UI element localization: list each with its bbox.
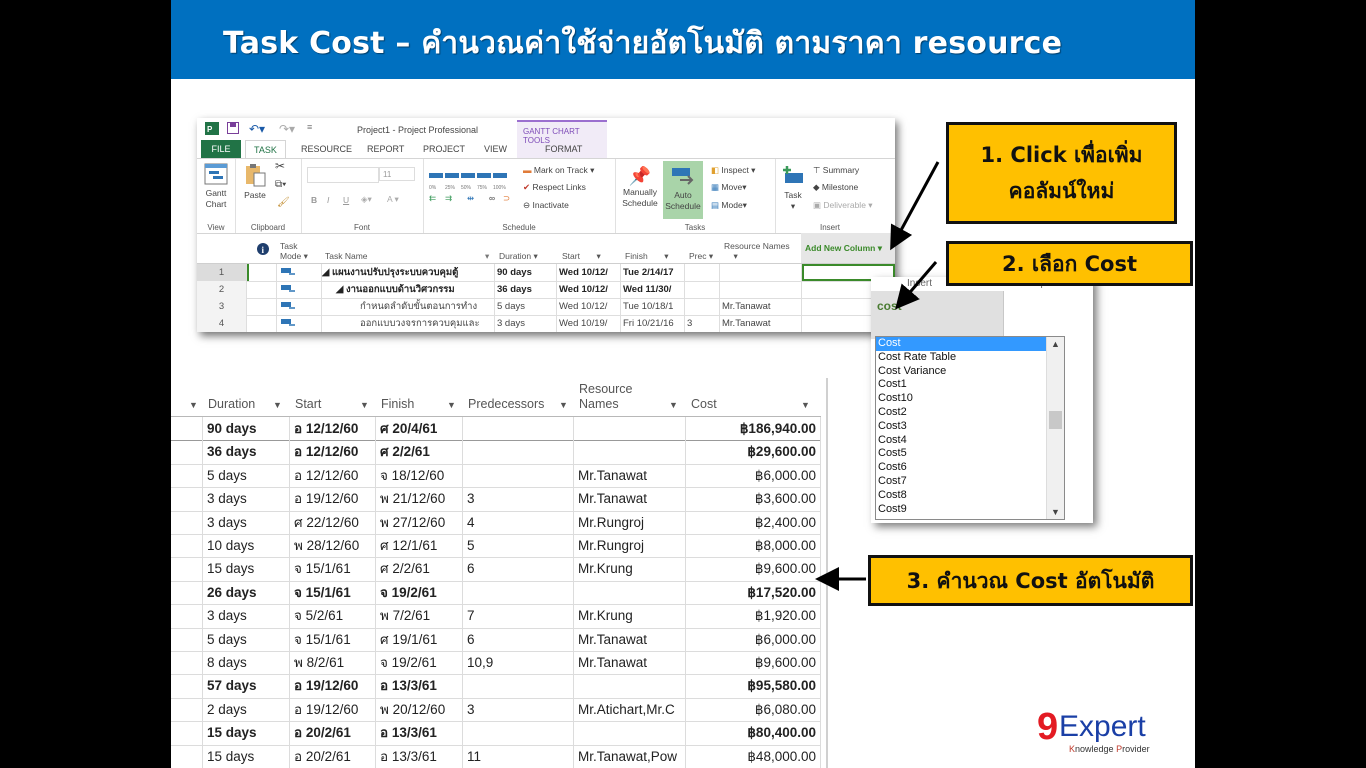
arrow-step-1 (890, 161, 940, 251)
arrow-step-2 (895, 261, 938, 310)
slide: Task Cost – คำนวณค่าใช้จ่ายอัตโนมัติ ตาม… (171, 0, 1195, 768)
9expert-logo: 9 Expert Knowledge Provider (1037, 706, 1150, 754)
callout-arrows (815, 161, 940, 591)
